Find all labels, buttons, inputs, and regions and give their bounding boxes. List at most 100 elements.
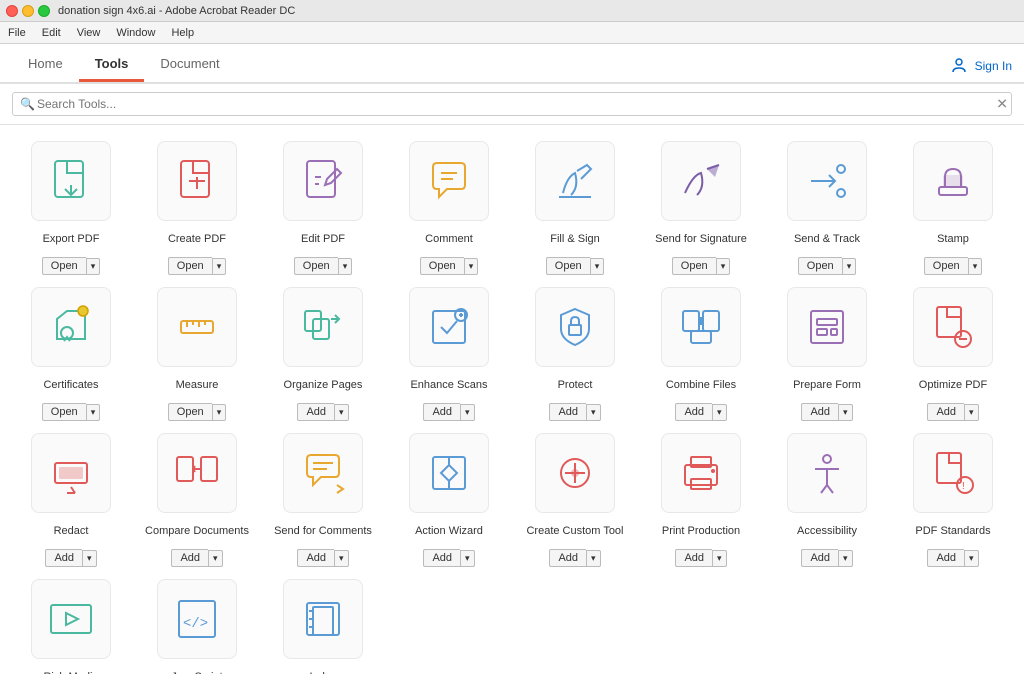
tool-btn-arrow-optimize-pdf[interactable]: ▾: [964, 404, 979, 421]
tool-icon-rich-media[interactable]: [31, 579, 111, 659]
tool-item-prepare-form: Prepare FormAdd▾: [768, 287, 886, 421]
tool-item-compare-docs: Compare DocumentsAdd▾: [138, 433, 256, 567]
tool-btn-optimize-pdf[interactable]: Add: [927, 403, 964, 421]
tool-item-index: IndexAdd▾: [264, 579, 382, 674]
tool-btn-pdf-standards[interactable]: Add: [927, 549, 964, 567]
tool-btn-organize-pages[interactable]: Add: [297, 403, 334, 421]
tool-btn-comment[interactable]: Open: [420, 257, 464, 275]
tool-icon-redact[interactable]: [31, 433, 111, 513]
minimize-button[interactable]: [22, 5, 34, 17]
tool-item-accessibility: AccessibilityAdd▾: [768, 433, 886, 567]
menu-help[interactable]: Help: [171, 27, 194, 39]
tool-icon-print-production[interactable]: [661, 433, 741, 513]
tool-btn-arrow-protect[interactable]: ▾: [586, 404, 601, 421]
window-controls[interactable]: [6, 5, 50, 17]
tool-name-print-production: Print Production: [662, 517, 740, 545]
tool-icon-send-comments[interactable]: [283, 433, 363, 513]
tool-icon-enhance-scans[interactable]: [409, 287, 489, 367]
tool-icon-measure[interactable]: [157, 287, 237, 367]
tool-icon-javascript[interactable]: </>: [157, 579, 237, 659]
close-button[interactable]: [6, 5, 18, 17]
tool-btn-arrow-send-comments[interactable]: ▾: [334, 550, 349, 567]
tool-name-send-comments: Send for Comments: [274, 517, 372, 545]
tool-icon-accessibility[interactable]: [787, 433, 867, 513]
tool-btn-row-stamp: Open▾: [924, 257, 982, 275]
tool-btn-arrow-organize-pages[interactable]: ▾: [334, 404, 349, 421]
tool-btn-action-wizard[interactable]: Add: [423, 549, 460, 567]
tool-btn-stamp[interactable]: Open: [924, 257, 968, 275]
menu-edit[interactable]: Edit: [42, 27, 61, 39]
menu-file[interactable]: File: [8, 27, 26, 39]
tool-btn-fill-sign[interactable]: Open: [546, 257, 590, 275]
tool-icon-fill-sign[interactable]: [535, 141, 615, 221]
tool-btn-arrow-send-signature[interactable]: ▾: [716, 258, 731, 275]
tool-icon-certificates[interactable]: [31, 287, 111, 367]
tool-btn-create-custom[interactable]: Add: [549, 549, 586, 567]
tool-btn-arrow-compare-docs[interactable]: ▾: [208, 550, 223, 567]
tool-btn-redact[interactable]: Add: [45, 549, 82, 567]
tool-btn-arrow-print-production[interactable]: ▾: [712, 550, 727, 567]
sign-in-area[interactable]: Sign In: [951, 58, 1012, 82]
tool-btn-accessibility[interactable]: Add: [801, 549, 838, 567]
tool-icon-pdf-standards[interactable]: !: [913, 433, 993, 513]
tool-btn-arrow-comment[interactable]: ▾: [464, 258, 479, 275]
tool-btn-measure[interactable]: Open: [168, 403, 212, 421]
maximize-button[interactable]: [38, 5, 50, 17]
tool-item-send-signature: Send for SignatureOpen▾: [642, 141, 760, 275]
tool-icon-combine-files[interactable]: [661, 287, 741, 367]
tab-document[interactable]: Document: [144, 48, 235, 82]
tool-icon-prepare-form[interactable]: [787, 287, 867, 367]
tool-btn-arrow-fill-sign[interactable]: ▾: [590, 258, 605, 275]
tool-btn-export-pdf[interactable]: Open: [42, 257, 86, 275]
tool-btn-arrow-stamp[interactable]: ▾: [968, 258, 983, 275]
tool-btn-arrow-action-wizard[interactable]: ▾: [460, 550, 475, 567]
tool-btn-prepare-form[interactable]: Add: [801, 403, 838, 421]
tool-btn-arrow-create-pdf[interactable]: ▾: [212, 258, 227, 275]
tool-btn-arrow-enhance-scans[interactable]: ▾: [460, 404, 475, 421]
tool-btn-send-signature[interactable]: Open: [672, 257, 716, 275]
tool-icon-create-pdf[interactable]: [157, 141, 237, 221]
tool-icon-comment[interactable]: [409, 141, 489, 221]
tool-icon-organize-pages[interactable]: [283, 287, 363, 367]
tab-home[interactable]: Home: [12, 48, 79, 82]
menu-view[interactable]: View: [77, 27, 101, 39]
tool-btn-combine-files[interactable]: Add: [675, 403, 712, 421]
tool-btn-edit-pdf[interactable]: Open: [294, 257, 338, 275]
tool-icon-optimize-pdf[interactable]: [913, 287, 993, 367]
tool-btn-arrow-combine-files[interactable]: ▾: [712, 404, 727, 421]
tool-icon-send-signature[interactable]: [661, 141, 741, 221]
tool-btn-print-production[interactable]: Add: [675, 549, 712, 567]
tool-btn-arrow-edit-pdf[interactable]: ▾: [338, 258, 353, 275]
tool-btn-send-track[interactable]: Open: [798, 257, 842, 275]
tool-btn-protect[interactable]: Add: [549, 403, 586, 421]
tool-btn-arrow-redact[interactable]: ▾: [82, 550, 97, 567]
tool-btn-arrow-export-pdf[interactable]: ▾: [86, 258, 101, 275]
tool-icon-export-pdf[interactable]: [31, 141, 111, 221]
tool-btn-send-comments[interactable]: Add: [297, 549, 334, 567]
tool-icon-action-wizard[interactable]: [409, 433, 489, 513]
tool-icon-compare-docs[interactable]: [157, 433, 237, 513]
tool-btn-arrow-send-track[interactable]: ▾: [842, 258, 857, 275]
tool-icon-stamp[interactable]: [913, 141, 993, 221]
tool-icon-create-custom[interactable]: [535, 433, 615, 513]
tool-btn-arrow-pdf-standards[interactable]: ▾: [964, 550, 979, 567]
tool-btn-arrow-prepare-form[interactable]: ▾: [838, 404, 853, 421]
tool-btn-arrow-accessibility[interactable]: ▾: [838, 550, 853, 567]
svg-text:!: !: [962, 481, 965, 492]
tool-icon-protect[interactable]: [535, 287, 615, 367]
tool-icon-index[interactable]: [283, 579, 363, 659]
search-close-icon[interactable]: ✕: [996, 96, 1008, 113]
tool-btn-create-pdf[interactable]: Open: [168, 257, 212, 275]
tool-btn-arrow-create-custom[interactable]: ▾: [586, 550, 601, 567]
tool-btn-enhance-scans[interactable]: Add: [423, 403, 460, 421]
search-input[interactable]: [12, 92, 1012, 116]
tool-btn-arrow-certificates[interactable]: ▾: [86, 404, 101, 421]
tab-tools[interactable]: Tools: [79, 48, 145, 82]
tool-btn-certificates[interactable]: Open: [42, 403, 86, 421]
tool-btn-arrow-measure[interactable]: ▾: [212, 404, 227, 421]
tool-btn-compare-docs[interactable]: Add: [171, 549, 208, 567]
tool-name-send-track: Send & Track: [794, 225, 860, 253]
menu-window[interactable]: Window: [116, 27, 155, 39]
tool-icon-send-track[interactable]: [787, 141, 867, 221]
tool-icon-edit-pdf[interactable]: [283, 141, 363, 221]
